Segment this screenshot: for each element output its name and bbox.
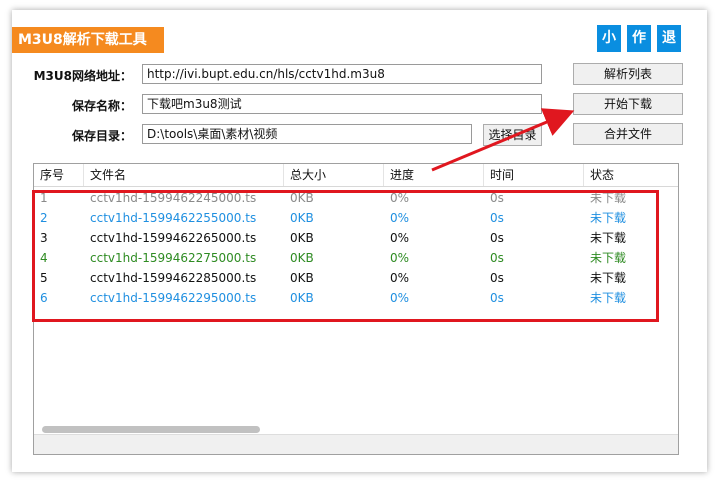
annotation-arrow [431,108,575,172]
